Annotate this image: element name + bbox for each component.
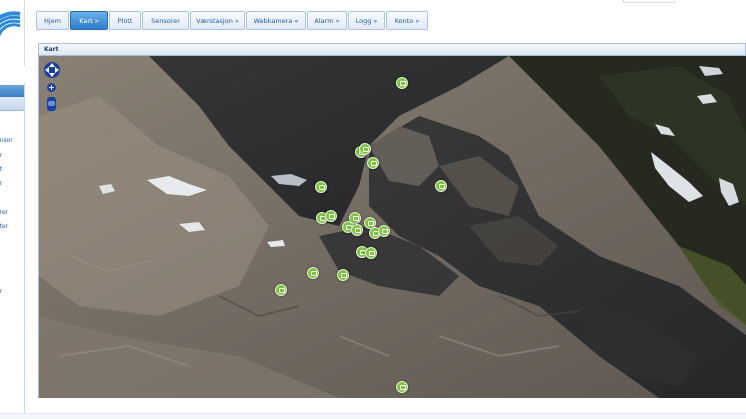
sidebar: ensor er et er orer eter er A — [0, 83, 25, 413]
user-box — [623, 0, 675, 3]
satellite-map[interactable]: + − — [39, 56, 746, 398]
zoom-in-button[interactable]: + — [47, 83, 56, 92]
sidebar-item-label: eter — [0, 223, 9, 230]
sidebar-item[interactable]: et — [0, 166, 6, 173]
sensor-marker-icon[interactable] — [275, 284, 287, 296]
footer-strip — [0, 413, 746, 419]
sidebar-item-label: er — [0, 152, 2, 159]
sensor-marker-icon[interactable] — [337, 269, 349, 281]
tab-logg[interactable]: Logg » — [348, 11, 385, 30]
sensor-marker-icon[interactable] — [315, 181, 327, 193]
map-panel: Kart + — [38, 43, 746, 398]
tab-alarm[interactable]: Alarm » — [307, 11, 347, 30]
panel-title: Kart — [39, 44, 745, 56]
sidebar-item[interactable]: er — [0, 288, 6, 295]
sensor-marker-icon[interactable] — [367, 157, 379, 169]
sensor-marker-icon[interactable] — [378, 225, 390, 237]
main-nav: Hjem Kart » Plott Sensorer Værstasjon » … — [25, 0, 746, 36]
sidebar-item-label: ensor — [0, 137, 13, 144]
sidebar-item-label: er — [0, 180, 2, 187]
wifi-logo-icon — [0, 11, 21, 38]
sidebar-item-label: orer — [0, 209, 9, 216]
tab-plott[interactable]: Plott — [109, 11, 141, 30]
sidebar-header — [0, 85, 24, 97]
sensor-marker-icon[interactable] — [396, 77, 408, 89]
sidebar-item-label: et — [0, 166, 2, 173]
sidebar-item[interactable]: orer — [0, 209, 12, 216]
sensor-marker-icon[interactable] — [435, 180, 447, 192]
sidebar-item-label: er — [0, 288, 2, 295]
tab-webkamera[interactable]: Webkamera » — [246, 11, 306, 30]
sensor-marker-icon[interactable] — [396, 381, 408, 393]
tab-vaerstasjon[interactable]: Værstasjon » — [190, 11, 245, 30]
terrain-image — [39, 56, 746, 398]
app-root: ensor er et er orer eter er A Hjem Kart … — [0, 0, 746, 419]
tab-kart[interactable]: Kart » — [70, 11, 108, 30]
sidebar-item[interactable]: er — [0, 152, 6, 159]
sidebar-item[interactable]: eter — [0, 223, 12, 230]
sensor-marker-icon[interactable] — [325, 210, 337, 222]
sidebar-item[interactable]: ensor — [0, 137, 17, 144]
sensor-marker-icon[interactable] — [359, 143, 371, 155]
tab-hjem[interactable]: Hjem — [36, 11, 69, 30]
sidebar-item[interactable]: er — [0, 180, 6, 187]
sensor-marker-icon[interactable] — [365, 247, 377, 259]
tab-konto[interactable]: Konto » — [386, 11, 428, 30]
sidebar-item[interactable]: A — [0, 317, 4, 324]
sidebar-subheader — [0, 97, 24, 111]
sensor-marker-icon[interactable] — [307, 267, 319, 279]
pan-control-icon[interactable] — [43, 61, 61, 79]
tab-sensorer[interactable]: Sensorer — [142, 11, 189, 30]
logo[interactable] — [0, 0, 25, 66]
zoom-slider[interactable] — [47, 97, 56, 111]
sensor-marker-icon[interactable] — [351, 224, 363, 236]
